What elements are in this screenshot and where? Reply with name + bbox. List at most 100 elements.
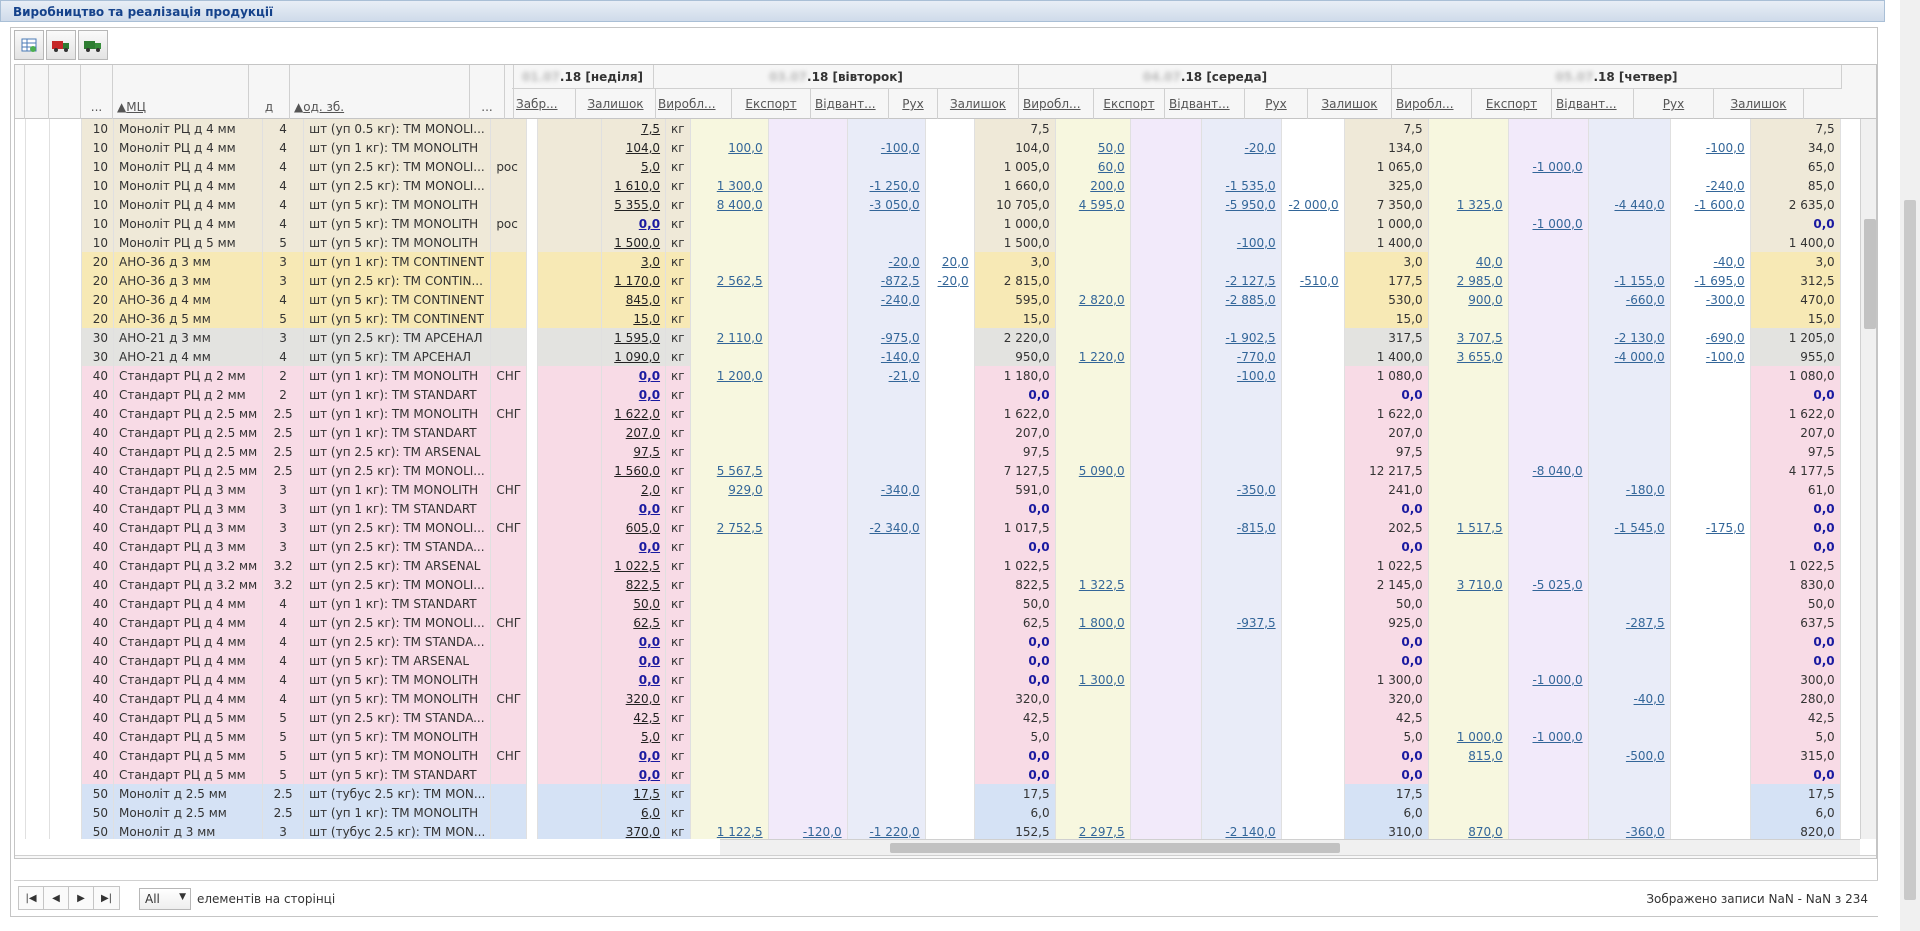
cell-wed-ruh[interactable]: -510,0	[1281, 271, 1345, 290]
cell-tue-vyrob[interactable]: 8 400,0	[690, 195, 769, 214]
cell-thu-vidvant[interactable]: -180,0	[1588, 480, 1671, 499]
cell-thu-vyrob[interactable]: 815,0	[1428, 746, 1509, 765]
table-row[interactable]: 40 Стандарт РЦ д 5 мм 5 шт (уп 5 кг): TM MO…	[15, 727, 1841, 746]
cell-tue-vyrob[interactable]: 2 110,0	[690, 328, 769, 347]
cell-wed-vidvant[interactable]: -2 127,5	[1201, 271, 1282, 290]
cell-sun-balance[interactable]: 7,5	[601, 119, 667, 138]
table-row[interactable]: 40 Стандарт РЦ д 3.2 мм 3.2 шт (уп 2.5 кг):…	[15, 556, 1841, 575]
cell-thu-ruh[interactable]: -100,0	[1670, 138, 1751, 157]
truck-red-button[interactable]	[46, 30, 76, 60]
cell-sun-balance[interactable]: 17,5	[601, 784, 667, 803]
cell-wed-vyrob[interactable]: 200,0	[1055, 176, 1131, 195]
cell-thu-vyrob[interactable]: 3 707,5	[1428, 328, 1509, 347]
cell-sun-balance[interactable]: 1 090,0	[601, 347, 667, 366]
cell-sun-balance[interactable]: 1 560,0	[601, 461, 667, 480]
cell-thu-export[interactable]: -5 025,0	[1508, 575, 1589, 594]
header-sort-index[interactable]: ...	[81, 65, 113, 119]
cell-thu-vyrob[interactable]: 900,0	[1428, 290, 1509, 309]
table-row[interactable]: 30 АНО-21 д 3 мм 3 шт (уп 2.5 кг): TM АРСЕН…	[15, 328, 1841, 347]
table-row[interactable]: 40 Стандарт РЦ д 2.5 мм 2.5 шт (уп 1 кг): T…	[15, 423, 1841, 442]
table-row[interactable]: 40 Стандарт РЦ д 5 мм 5 шт (уп 5 кг): TM ST…	[15, 765, 1841, 784]
header-thu-vyrob[interactable]: Виробл...	[1392, 89, 1472, 119]
cell-sun-balance[interactable]: 370,0	[601, 822, 667, 839]
cell-sun-balance[interactable]: 1 595,0	[601, 328, 667, 347]
header-sun-zabr[interactable]: Забр...	[512, 89, 576, 119]
table-export-button[interactable]	[14, 30, 44, 60]
cell-thu-vyrob[interactable]: 3 655,0	[1428, 347, 1509, 366]
grid-horizontal-scroll-thumb[interactable]	[890, 843, 1340, 853]
cell-wed-vidvant[interactable]: -20,0	[1201, 138, 1282, 157]
cell-wed-vyrob[interactable]: 2 820,0	[1055, 290, 1131, 309]
cell-tue-ruh[interactable]: 20,0	[925, 252, 975, 271]
table-row[interactable]: 40 Стандарт РЦ д 2.5 мм 2.5 шт (уп 2.5 кг):…	[15, 461, 1841, 480]
table-row[interactable]: 40 Стандарт РЦ д 4 мм 4 шт (уп 5 кг): TM MO…	[15, 670, 1841, 689]
table-row[interactable]: 40 Стандарт РЦ д 3 мм 3 шт (уп 1 кг): TM ST…	[15, 499, 1841, 518]
cell-wed-vidvant[interactable]: -350,0	[1201, 480, 1282, 499]
cell-sun-balance[interactable]: 0,0	[601, 214, 667, 233]
cell-wed-vidvant[interactable]: -937,5	[1201, 613, 1282, 632]
table-row[interactable]: 50 Моноліт д 2.5 мм 2.5 шт (уп 1 кг): TM MO…	[15, 803, 1841, 822]
cell-thu-export[interactable]: -1 000,0	[1508, 727, 1589, 746]
header-region[interactable]: ...	[470, 65, 505, 119]
cell-sun-balance[interactable]: 207,0	[601, 423, 667, 442]
cell-thu-export[interactable]: -1 000,0	[1508, 214, 1589, 233]
cell-thu-vyrob[interactable]: 2 985,0	[1428, 271, 1509, 290]
cell-tue-vyrob[interactable]: 1 200,0	[690, 366, 769, 385]
cell-thu-ruh[interactable]: -100,0	[1670, 347, 1751, 366]
cell-thu-vidvant[interactable]: -1 155,0	[1588, 271, 1671, 290]
header-wed-ruh[interactable]: Рух	[1245, 89, 1308, 119]
cell-thu-ruh[interactable]: -240,0	[1670, 176, 1751, 195]
cell-sun-balance[interactable]: 3,0	[601, 252, 667, 271]
cell-thu-vidvant[interactable]: -360,0	[1588, 822, 1671, 839]
cell-wed-vyrob[interactable]: 2 297,5	[1055, 822, 1131, 839]
cell-sun-balance[interactable]: 50,0	[601, 594, 667, 613]
cell-wed-vidvant[interactable]: -815,0	[1201, 518, 1282, 537]
cell-sun-balance[interactable]: 0,0	[601, 366, 667, 385]
header-sun-balance[interactable]: Залишок	[576, 89, 656, 119]
cell-thu-export[interactable]: -8 040,0	[1508, 461, 1589, 480]
last-page-button[interactable]: ▶|	[94, 887, 119, 909]
cell-tue-vidvant[interactable]: -340,0	[847, 480, 926, 499]
table-row[interactable]: 40 Стандарт РЦ д 2.5 мм 2.5 шт (уп 2.5 кг):…	[15, 442, 1841, 461]
cell-thu-vyrob[interactable]: 1 325,0	[1428, 195, 1509, 214]
page-vertical-scrollbar[interactable]	[1900, 0, 1920, 931]
table-row[interactable]: 10 Моноліт РЦ д 4 мм 4 шт (уп 1 кг): TM MON…	[15, 138, 1841, 157]
table-row[interactable]: 40 Стандарт РЦ д 3 мм 3 шт (уп 2.5 кг): TM …	[15, 518, 1841, 537]
cell-thu-vyrob[interactable]: 3 710,0	[1428, 575, 1509, 594]
table-row[interactable]: 10 Моноліт РЦ д 4 мм 4 шт (уп 2.5 кг): TM M…	[15, 176, 1841, 195]
table-row[interactable]: 50 Моноліт д 3 мм 3 шт (тубус 2.5 кг): TM M…	[15, 822, 1841, 839]
cell-sun-balance[interactable]: 5 355,0	[601, 195, 667, 214]
cell-wed-vidvant[interactable]: -5 950,0	[1201, 195, 1282, 214]
first-page-button[interactable]: |◀	[19, 887, 44, 909]
cell-thu-vidvant[interactable]: -500,0	[1588, 746, 1671, 765]
cell-thu-vidvant[interactable]: -40,0	[1588, 689, 1671, 708]
cell-sun-balance[interactable]: 1 170,0	[601, 271, 667, 290]
cell-thu-vyrob[interactable]: 40,0	[1428, 252, 1509, 271]
cell-thu-ruh[interactable]: -1 600,0	[1670, 195, 1751, 214]
cell-sun-balance[interactable]: 0,0	[601, 632, 667, 651]
cell-tue-vidvant[interactable]: -3 050,0	[847, 195, 926, 214]
table-row[interactable]: 10 Моноліт РЦ д 4 мм 4 шт (уп 5 кг): TM MON…	[15, 214, 1841, 233]
table-row[interactable]: 40 Стандарт РЦ д 4 мм 4 шт (уп 1 кг): TM ST…	[15, 594, 1841, 613]
table-row[interactable]: 20 АНО-36 д 3 мм 3 шт (уп 1 кг): TM CONTINE…	[15, 252, 1841, 271]
cell-sun-balance[interactable]: 5,0	[601, 157, 667, 176]
grid-horizontal-scrollbar[interactable]	[720, 839, 1860, 855]
cell-tue-vidvant[interactable]: -240,0	[847, 290, 926, 309]
header-tue-vyrob[interactable]: Виробл...	[654, 89, 732, 119]
cell-tue-vidvant[interactable]: -21,0	[847, 366, 926, 385]
cell-tue-vyrob[interactable]: 2 752,5	[690, 518, 769, 537]
table-row[interactable]: 40 Стандарт РЦ д 3.2 мм 3.2 шт (уп 2.5 кг):…	[15, 575, 1841, 594]
cell-thu-vyrob[interactable]: 870,0	[1428, 822, 1509, 839]
cell-wed-vyrob[interactable]: 5 090,0	[1055, 461, 1131, 480]
table-row[interactable]: 40 Стандарт РЦ д 3 мм 3 шт (уп 1 кг): TM MO…	[15, 480, 1841, 499]
prev-page-button[interactable]: ◀	[44, 887, 69, 909]
header-wed-balance[interactable]: Залишок	[1308, 89, 1392, 119]
header-d[interactable]: д	[249, 65, 290, 119]
cell-sun-balance[interactable]: 0,0	[601, 746, 667, 765]
cell-thu-ruh[interactable]: -1 695,0	[1670, 271, 1751, 290]
header-tue-vidvant[interactable]: Відвант...	[811, 89, 889, 119]
table-row[interactable]: 10 Моноліт РЦ д 4 мм 4 шт (уп 2.5 кг): TM M…	[15, 157, 1841, 176]
cell-sun-balance[interactable]: 42,5	[601, 708, 667, 727]
cell-tue-export[interactable]: -120,0	[768, 822, 848, 839]
cell-thu-vidvant[interactable]: -4 440,0	[1588, 195, 1671, 214]
